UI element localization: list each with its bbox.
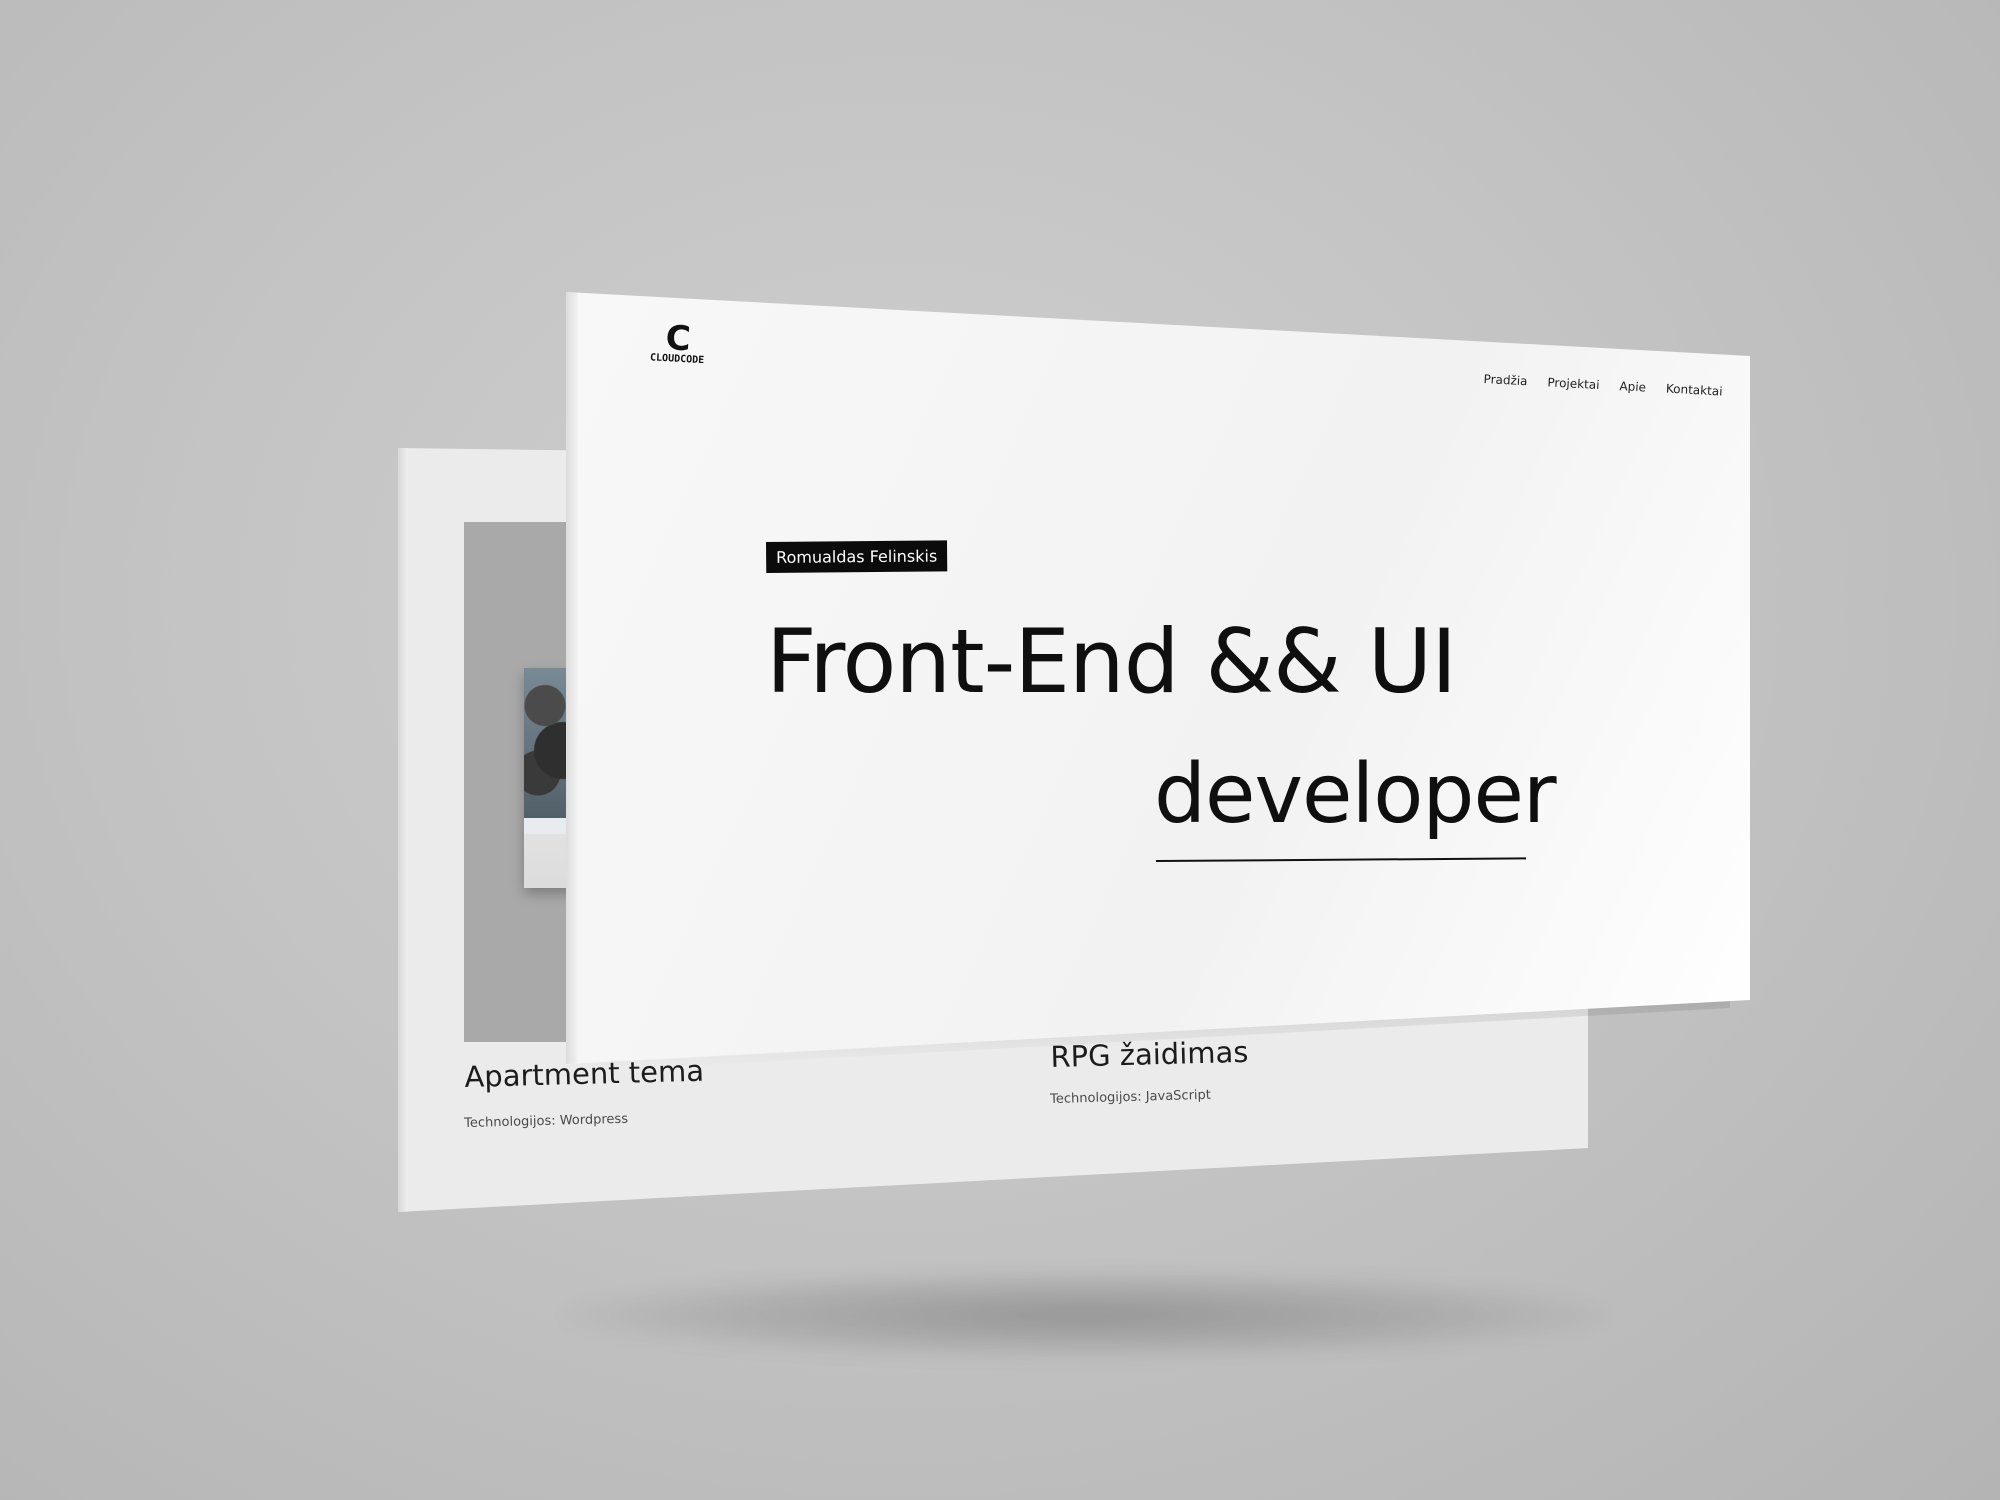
hero-page-mockup: C CLOUDCODE Pradžia Projektai Apie Konta… (566, 292, 1750, 1064)
nav-link-kontaktai[interactable]: Kontaktai (1666, 382, 1723, 399)
hero-underline (1156, 857, 1527, 862)
nav-link-pradzia[interactable]: Pradžia (1483, 372, 1528, 388)
floor-shadow (560, 1270, 1610, 1360)
hero-heading-line1: Front-End && UI (766, 610, 1457, 713)
logo-mark: C (664, 318, 692, 360)
project-technologies: Technologijos: Wordpress (464, 1111, 629, 1131)
cloudcode-logo[interactable]: C CLOUDCODE (642, 318, 714, 367)
hero-heading-line2: developer (1154, 747, 1557, 842)
logo-text: CLOUDCODE (649, 352, 705, 367)
project-technologies: Technologijos: JavaScript (1050, 1087, 1212, 1107)
main-nav: Pradžia Projektai Apie Kontaktai (1483, 372, 1723, 398)
author-name-tag: Romualdas Felinskis (766, 540, 948, 573)
nav-link-projektai[interactable]: Projektai (1547, 375, 1600, 392)
nav-link-apie[interactable]: Apie (1619, 379, 1646, 394)
